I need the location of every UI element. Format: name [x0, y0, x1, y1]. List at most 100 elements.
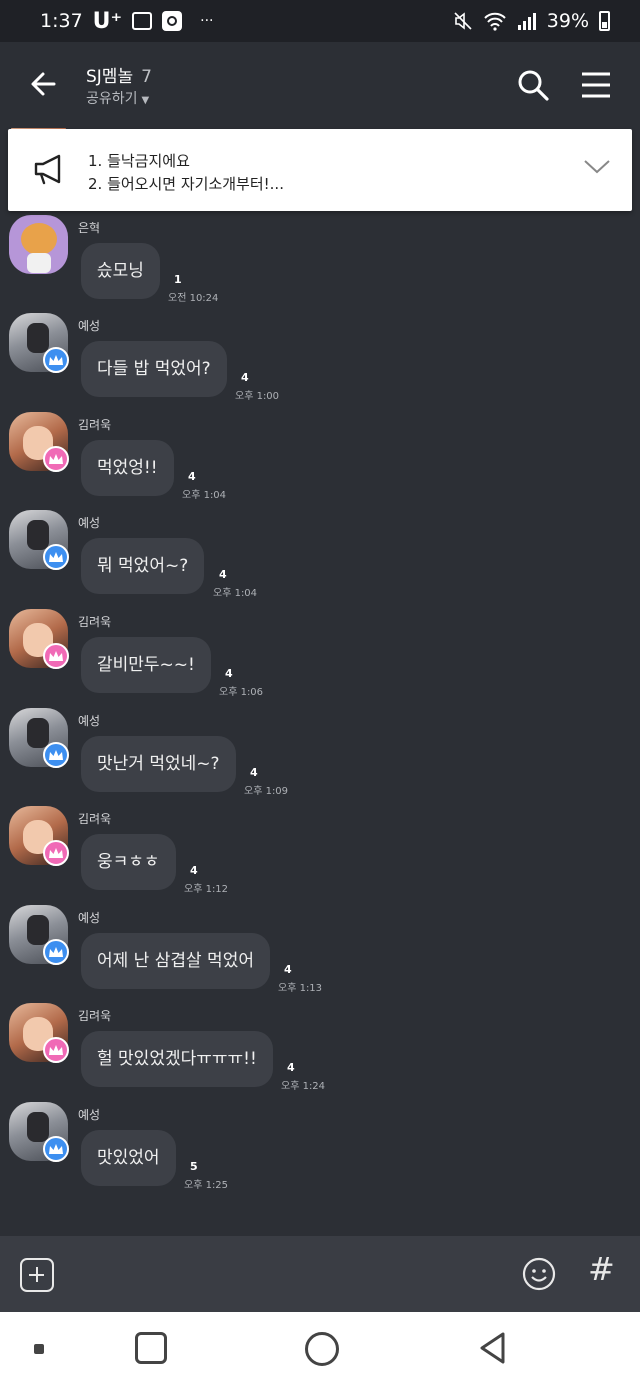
sender-name: 예성 — [78, 516, 101, 531]
avatar-photo — [27, 323, 49, 354]
chat-header: SJ멤놀 7 공유하기 ▼ — [0, 42, 640, 128]
message-time: 오후 1:04 — [213, 588, 258, 600]
crown-badge-icon — [43, 840, 69, 867]
message-bubble[interactable]: 맛있었어 — [81, 1130, 176, 1186]
sender-name: 김려욱 — [78, 1009, 112, 1024]
message-row: 은혁슸모닝 1 오전 10:24 — [0, 214, 640, 311]
crown-badge-icon — [43, 544, 69, 571]
message-row: 김려욱 웅ㅋㅎㅎ 4 오후 1:12 — [0, 806, 640, 902]
message-bubble[interactable]: 뭐 먹었어~? — [81, 538, 205, 595]
sender-name: 예성 — [78, 910, 101, 925]
avatar-photo — [21, 222, 57, 255]
battery-percent: 39% — [546, 10, 589, 32]
avatar-photo — [27, 1112, 49, 1142]
message-time: 오후 1:04 — [182, 489, 227, 501]
instagram-notification-icon — [162, 11, 183, 31]
nav-menu-dot-icon[interactable] — [34, 1344, 44, 1354]
home-icon[interactable] — [305, 1332, 339, 1366]
add-attachment-button[interactable] — [20, 1258, 54, 1292]
status-bar: 1:37 U⁺ ··· 39% — [0, 0, 640, 42]
message-row: 예성맛난거 먹었네~? 4 오후 1:09 — [0, 707, 640, 804]
chevron-down-icon[interactable] — [582, 157, 612, 177]
wifi-icon — [484, 12, 506, 31]
message-bubble[interactable]: 맛난거 먹었네~? — [81, 735, 236, 792]
message-time: 오후 1:24 — [281, 1081, 326, 1093]
share-label: 공유하기 — [86, 91, 138, 107]
sender-name: 예성 — [78, 713, 101, 728]
crown-badge-icon — [43, 938, 69, 965]
notice-line-2: 2. 들어오시면 자기소개부터!... — [88, 175, 284, 193]
unread-count: 4 — [287, 1061, 295, 1075]
crown-badge-icon — [43, 347, 69, 374]
message-row: 예성어제 난 삼겹살 먹었어 4 오후 1:13 — [0, 904, 640, 1001]
message-bubble[interactable]: 갈비만두~~! — [81, 637, 211, 693]
unread-count: 1 — [174, 272, 182, 286]
unread-count: 4 — [225, 667, 233, 680]
room-name: SJ멤놀 — [86, 67, 134, 87]
room-title: SJ멤놀 7 — [86, 62, 152, 87]
message-time: 오후 1:09 — [244, 785, 289, 797]
avatar[interactable] — [9, 214, 68, 274]
megaphone-icon — [34, 154, 61, 185]
status-time: 1:37 — [40, 10, 83, 32]
message-row: 예성뭐 먹었어~? 4 오후 1:04 — [0, 510, 640, 606]
crown-badge-icon — [43, 445, 69, 472]
message-bubble[interactable]: 다들 밥 먹었어? — [81, 341, 227, 398]
message-bubble[interactable]: 웅ㅋㅎㅎ — [81, 834, 176, 891]
sender-name: 예성 — [78, 1108, 101, 1122]
crown-badge-icon — [43, 741, 69, 768]
message-time: 오후 1:25 — [184, 1180, 229, 1191]
message-bubble[interactable]: 먹었엉!! — [81, 439, 174, 496]
caret-down-icon: ▼ — [141, 95, 150, 106]
sender-name: 은혁 — [78, 220, 101, 235]
crown-badge-icon — [43, 1037, 69, 1064]
unread-count: 4 — [284, 962, 292, 976]
input-bar: # — [0, 1236, 640, 1312]
avatar-photo-body — [27, 252, 51, 273]
gallery-notification-icon — [132, 12, 153, 30]
sender-name: 김려욱 — [78, 812, 112, 827]
message-time: 오후 1:13 — [278, 982, 323, 994]
message-bubble[interactable]: 헐 맛있었겠다ㅠㅠㅠ!! — [81, 1031, 273, 1088]
carrier-label: U⁺ — [92, 8, 123, 34]
message-time: 오전 10:24 — [168, 292, 219, 304]
avatar-photo — [27, 520, 49, 551]
signal-icon — [517, 13, 536, 30]
message-list[interactable]: 다들 잘잤어~~?1오전 10:20은혁슸모닝1오전 10:24예성다들 밥 먹… — [0, 128, 640, 1236]
system-nav-bar — [0, 1312, 640, 1386]
unread-count: 4 — [188, 469, 196, 483]
unread-count: 4 — [250, 765, 258, 779]
search-icon[interactable] — [516, 68, 550, 102]
unread-count: 4 — [190, 864, 198, 878]
sender-name: 김려욱 — [78, 615, 112, 629]
hashtag-search-icon[interactable]: # — [588, 1250, 615, 1288]
message-bubble[interactable]: 어제 난 삼겹살 먹었어 — [81, 932, 270, 989]
sender-name: 김려욱 — [78, 417, 112, 432]
message-bubble[interactable]: 슸모닝 — [81, 242, 160, 299]
emoji-icon[interactable] — [522, 1257, 556, 1291]
battery-icon — [599, 11, 610, 31]
notice-line-1: 1. 들낙금지에요 — [88, 152, 190, 170]
message-row: 예성다들 밥 먹었어? 4 오후 1:00 — [0, 313, 640, 409]
share-button[interactable]: 공유하기 ▼ — [86, 88, 149, 108]
avatar-photo — [27, 717, 49, 748]
mute-icon — [454, 12, 472, 30]
message-row: 김려욱먹었엉!! 4 오후 1:04 — [0, 411, 640, 508]
message-time: 오후 1:00 — [235, 391, 280, 403]
crown-badge-icon — [43, 643, 69, 669]
message-row: 김려욱헐 맛있었겠다ㅠㅠㅠ!! 4 오후 1:24 — [0, 1003, 640, 1099]
message-row: 예성맛있었어 5 오후 1:25 — [0, 1102, 640, 1198]
message-time: 오후 1:06 — [219, 687, 264, 698]
unread-count: 5 — [190, 1160, 198, 1173]
recent-apps-icon[interactable] — [135, 1332, 167, 1364]
message-row: 김려욱갈비만두~~! 4 오후 1:06 — [0, 609, 640, 705]
menu-icon[interactable] — [580, 70, 612, 100]
sender-name: 예성 — [78, 319, 101, 334]
unread-count: 4 — [241, 371, 249, 385]
notice-banner[interactable]: 1. 들낙금지에요 2. 들어오시면 자기소개부터!... — [8, 129, 632, 211]
unread-count: 4 — [219, 568, 227, 582]
crown-badge-icon — [43, 1136, 69, 1162]
nav-back-icon[interactable] — [476, 1330, 508, 1366]
avatar-photo — [27, 914, 49, 945]
back-arrow-icon[interactable] — [24, 64, 64, 104]
